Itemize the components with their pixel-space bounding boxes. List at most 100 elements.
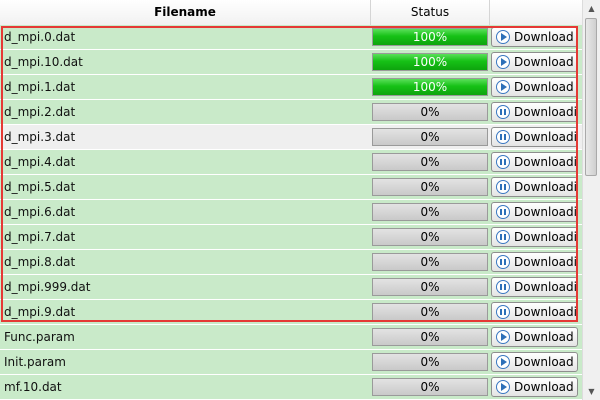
downloading-button[interactable]: Downloading — [491, 252, 578, 272]
play-icon — [496, 380, 510, 394]
filename-cell: d_mpi.999.dat — [4, 280, 91, 294]
file-list: d_mpi.0.dat 100% Download d_mpi.10.dat 100% D… — [0, 25, 582, 400]
downloading-button[interactable]: Downloading — [491, 277, 578, 297]
table-row[interactable]: d_mpi.5.dat 0% Downloading — [0, 175, 582, 200]
filename-cell: d_mpi.5.dat — [4, 180, 76, 194]
button-label: Download — [514, 330, 574, 344]
play-icon — [496, 355, 510, 369]
pause-icon — [496, 255, 510, 269]
progress-label: 0% — [420, 280, 440, 294]
progress-label: 0% — [420, 130, 440, 144]
filename-cell: Init.param — [4, 355, 66, 369]
progress-label: 0% — [420, 305, 440, 319]
downloading-button[interactable]: Downloading — [491, 202, 578, 222]
table-row[interactable]: mf.10.dat 0% Download — [0, 375, 582, 400]
column-header-filename[interactable]: Filename — [0, 0, 371, 25]
table-row[interactable]: d_mpi.2.dat 0% Downloading — [0, 100, 582, 125]
progress-bar: 100% — [372, 78, 488, 96]
progress-label: 100% — [412, 80, 448, 94]
filename-cell: Func.param — [4, 330, 75, 344]
table-row[interactable]: d_mpi.8.dat 0% Downloading — [0, 250, 582, 275]
column-header-status[interactable]: Status — [371, 0, 490, 25]
vertical-scrollbar[interactable]: ▲ ▼ — [582, 0, 600, 400]
progress-label: 0% — [420, 155, 440, 169]
filename-cell: d_mpi.0.dat — [4, 30, 76, 44]
button-label: Downloading — [514, 130, 577, 144]
table-row[interactable]: d_mpi.6.dat 0% Downloading — [0, 200, 582, 225]
filename-cell: d_mpi.8.dat — [4, 255, 76, 269]
download-button[interactable]: Download — [491, 27, 578, 47]
progress-bar: 0% — [372, 253, 488, 271]
play-icon — [496, 80, 510, 94]
button-label: Download — [514, 380, 574, 394]
filename-cell: d_mpi.3.dat — [4, 130, 76, 144]
button-label: Download — [514, 80, 574, 94]
downloading-button[interactable]: Downloading — [491, 102, 578, 122]
pause-icon — [496, 155, 510, 169]
progress-label: 0% — [420, 230, 440, 244]
progress-label: 0% — [420, 255, 440, 269]
downloading-button[interactable]: Downloading — [491, 152, 578, 172]
table-row[interactable]: d_mpi.999.dat 0% Downloading — [0, 275, 582, 300]
download-button[interactable]: Download — [491, 327, 578, 347]
filename-cell: d_mpi.2.dat — [4, 105, 76, 119]
pause-icon — [496, 105, 510, 119]
button-label: Downloading — [514, 280, 577, 294]
scrollbar-thumb[interactable] — [585, 18, 597, 176]
downloading-button[interactable]: Downloading — [491, 177, 578, 197]
button-label: Download — [514, 30, 574, 44]
progress-label: 100% — [412, 30, 448, 44]
play-icon — [496, 55, 510, 69]
pause-icon — [496, 280, 510, 294]
progress-label: 0% — [420, 205, 440, 219]
filename-cell: d_mpi.1.dat — [4, 80, 76, 94]
button-label: Downloading — [514, 205, 577, 219]
progress-bar: 0% — [372, 378, 488, 396]
downloading-button[interactable]: Downloading — [491, 302, 578, 322]
play-icon — [496, 330, 510, 344]
table-row[interactable]: d_mpi.7.dat 0% Downloading — [0, 225, 582, 250]
table-row[interactable]: d_mpi.10.dat 100% Download — [0, 50, 582, 75]
table-row[interactable]: d_mpi.4.dat 0% Downloading — [0, 150, 582, 175]
progress-bar: 0% — [372, 103, 488, 121]
column-header-action[interactable] — [490, 0, 582, 25]
pause-icon — [496, 205, 510, 219]
downloading-button[interactable]: Downloading — [491, 127, 578, 147]
download-button[interactable]: Download — [491, 377, 578, 397]
table-row[interactable]: d_mpi.3.dat 0% Downloading — [0, 125, 582, 150]
downloading-button[interactable]: Downloading — [491, 227, 578, 247]
button-label: Download — [514, 355, 574, 369]
button-label: Download — [514, 55, 574, 69]
table-row[interactable]: d_mpi.9.dat 0% Downloading — [0, 300, 582, 325]
progress-label: 0% — [420, 105, 440, 119]
download-list-window: Filename Status d_mpi.0.dat 100% Download d… — [0, 0, 600, 400]
progress-bar: 0% — [372, 303, 488, 321]
table-row[interactable]: Func.param 0% Download — [0, 325, 582, 350]
progress-bar: 0% — [372, 278, 488, 296]
table-row[interactable]: Init.param 0% Download — [0, 350, 582, 375]
download-button[interactable]: Download — [491, 52, 578, 72]
progress-bar: 0% — [372, 128, 488, 146]
progress-bar: 0% — [372, 203, 488, 221]
progress-bar: 0% — [372, 178, 488, 196]
table-row[interactable]: d_mpi.1.dat 100% Download — [0, 75, 582, 100]
arrow-down-icon[interactable]: ▼ — [583, 383, 600, 400]
progress-bar: 0% — [372, 228, 488, 246]
filename-cell: d_mpi.10.dat — [4, 55, 83, 69]
arrow-up-icon[interactable]: ▲ — [583, 0, 600, 17]
table-row[interactable]: d_mpi.0.dat 100% Download — [0, 25, 582, 50]
download-button[interactable]: Download — [491, 352, 578, 372]
filename-cell: d_mpi.4.dat — [4, 155, 76, 169]
progress-bar: 100% — [372, 53, 488, 71]
pause-icon — [496, 305, 510, 319]
filename-cell: d_mpi.9.dat — [4, 305, 76, 319]
download-button[interactable]: Download — [491, 77, 578, 97]
table-header: Filename Status — [0, 0, 582, 26]
progress-label: 0% — [420, 180, 440, 194]
progress-label: 100% — [412, 55, 448, 69]
progress-bar: 0% — [372, 328, 488, 346]
progress-label: 0% — [420, 330, 440, 344]
button-label: Downloading — [514, 255, 577, 269]
progress-label: 0% — [420, 355, 440, 369]
pause-icon — [496, 180, 510, 194]
